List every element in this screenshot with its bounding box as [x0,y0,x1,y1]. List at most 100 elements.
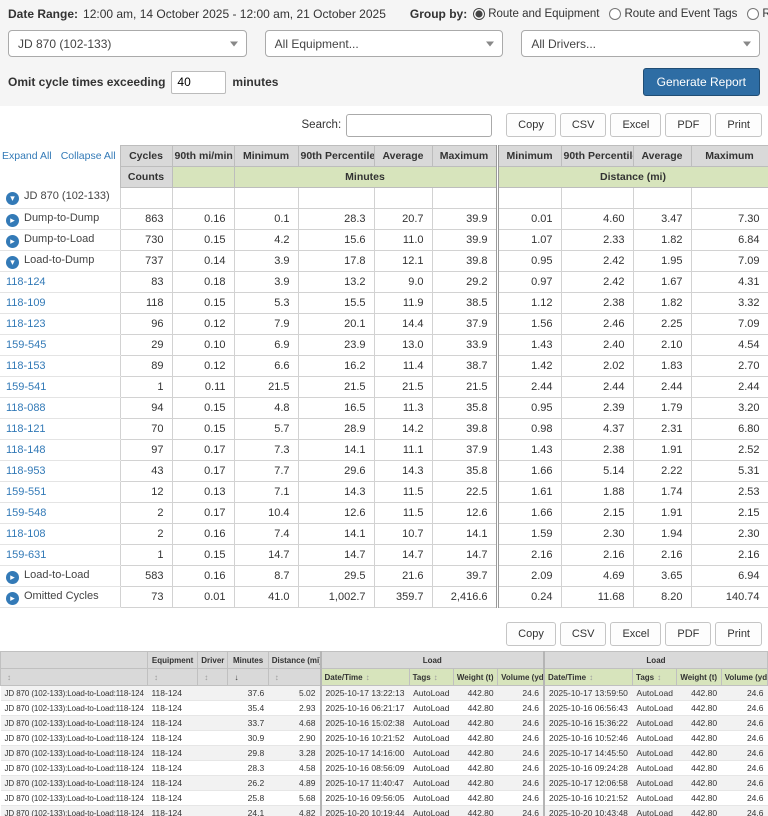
col-90th-percentile-minutes[interactable]: 90th Percentile [297,145,375,167]
route-event-tags-radio[interactable] [609,8,622,20]
excel-button[interactable]: Excel [610,622,662,646]
tree-label[interactable]: 118-123 [6,318,46,330]
summary-value-cell: 6.9 [233,334,299,356]
expand-all-link[interactable]: Expand All [2,150,52,162]
col-average-distance[interactable]: Average [632,145,692,167]
equipment-filter-select[interactable]: All Equipment... [264,30,504,57]
excel-button[interactable]: Excel [610,113,662,137]
load1-tags-cell: AutoLoad [409,790,454,806]
detail-row: JD 870 (102-133):Load-to-Load:118-124 118… [0,730,768,746]
collapse-chevron-icon[interactable]: ▾ [6,255,19,269]
load1-volume-cell: 24.6 [497,790,544,806]
equipment-cell: 118-124 [147,730,198,746]
minutes-sort-cell[interactable]: ↓ [227,668,269,686]
expand-chevron-icon[interactable]: ▸ [6,213,19,227]
route-drivers-radio[interactable] [747,8,760,20]
route-filter-select[interactable]: JD 870 (102-133) [8,30,247,57]
expand-chevron-icon[interactable]: ▸ [6,570,19,584]
route-equipment-radio[interactable] [473,8,486,20]
driver-sort-cell[interactable]: ↕ [197,668,229,686]
load2-weight-header[interactable]: Weight (t)↕ [676,668,722,686]
search-input[interactable] [346,113,493,137]
drivers-filter-select[interactable]: All Drivers... [521,30,761,57]
col-90th-percentile-distance[interactable]: 90th Percentile [560,145,634,167]
tree-label[interactable]: 159-548 [6,507,46,519]
load2-tags-header[interactable]: Tags ↕ [632,668,678,686]
summary-value-cell: 29.5 [297,565,375,587]
tree-label[interactable]: 118-953 [6,465,46,477]
subcol-label: Volume (yd³) [724,672,768,682]
expand-chevron-icon[interactable]: ▸ [6,591,19,605]
summary-value-cell [690,187,768,209]
summary-row: ▸ Dump-to-Dump 863 0.16 0.1 28.3 20.7 39.9 0.01 4… [0,208,768,230]
distance-cell: 4.82 [268,805,321,816]
col-distance[interactable]: Distance (mi) [267,651,322,669]
load1-tags-header[interactable]: Tags ↕ [408,668,454,686]
expand-chevron-icon[interactable]: ▸ [6,234,19,248]
print-button[interactable]: Print [715,622,762,646]
date-range-value[interactable]: 12:00 am, 14 October 2025 - 12:00 am, 21… [83,7,386,21]
driver-cell [197,685,228,701]
distance-sort-cell[interactable]: ↕ [267,668,322,686]
copy-button[interactable]: Copy [506,622,556,646]
summary-value-cell: 37.9 [431,439,498,461]
collapse-chevron-icon[interactable]: ▾ [6,192,19,206]
print-button[interactable]: Print [715,113,762,137]
tree-label[interactable]: 118-153 [6,360,46,372]
pdf-button[interactable]: PDF [665,622,712,646]
csv-button[interactable]: CSV [559,113,607,137]
tree-cell: ▸ Dump-to-Load [0,229,121,251]
col-driver[interactable]: Driver [197,651,229,669]
summary-value-cell: 1.61 [495,481,562,503]
col-minimum-minutes[interactable]: Minimum [233,145,299,167]
radio-route-equipment[interactable]: Route and Equipment [473,8,599,20]
tree-cell: 118-109 [0,292,121,314]
summary-value-cell: 0.17 [171,460,235,482]
load2-volume-header[interactable]: Volume (yd³)↕ [720,668,768,686]
tree-label[interactable]: 118-124 [6,276,46,288]
omit-minutes-input[interactable] [171,70,227,94]
distance-cell: 4.58 [268,760,321,776]
col-minutes[interactable]: Minutes [227,651,269,669]
tree-cell: 159-631 [0,544,121,566]
collapse-all-link[interactable]: Collapse All [61,150,116,162]
summary-value-cell: 11.5 [373,502,433,524]
tree-label[interactable]: 159-541 [6,381,46,393]
tree-label[interactable]: 118-088 [6,402,46,414]
tree-label[interactable]: 118-148 [6,444,46,456]
load2-datetime-header[interactable]: Date/Time ↕ [542,668,634,686]
col-90th-mi-min[interactable]: 90th mi/min [171,145,235,167]
route-sort-cell[interactable]: ↕ [0,668,148,686]
tree-label[interactable]: 118-121 [6,423,46,435]
pdf-button[interactable]: PDF [665,113,712,137]
col-equipment[interactable]: Equipment [146,651,199,669]
summary-value-cell: 11.0 [373,229,433,251]
col-average-minutes[interactable]: Average [373,145,433,167]
summary-value-cell: 21.5 [233,376,299,398]
tree-label[interactable]: 159-545 [6,339,46,351]
load1-datetime-header[interactable]: Date/Time ↕ [319,668,410,686]
col-maximum-distance[interactable]: Maximum [690,145,768,167]
col-cycles[interactable]: Cycles [119,145,173,167]
tree-label[interactable]: 118-109 [6,297,46,309]
col-minimum-distance[interactable]: Minimum [495,145,562,167]
radio-route-drivers[interactable]: Route and Drivers [747,8,768,20]
summary-row: ▾ Load-to-Dump 737 0.14 3.9 17.8 12.1 39.8 0.95 2… [0,250,768,272]
radio-route-event-tags[interactable]: Route and Event Tags [609,8,737,20]
summary-value-cell: 15.5 [297,292,375,314]
csv-button[interactable]: CSV [559,622,607,646]
col-route[interactable] [0,651,148,669]
col-maximum-minutes[interactable]: Maximum [431,145,498,167]
generate-report-button[interactable]: Generate Report [642,68,760,96]
load1-volume-header[interactable]: Volume (yd³)↕ [497,668,545,686]
route-cell: JD 870 (102-133):Load-to-Load:118-124 [0,790,148,806]
summary-value-cell: 2.25 [632,313,692,335]
summary-value-cell: 14.7 [233,544,299,566]
load1-weight-header[interactable]: Weight (t)↕ [452,668,499,686]
tree-label[interactable]: 159-551 [6,486,46,498]
equipment-sort-cell[interactable]: ↕ [146,668,199,686]
summary-value-cell: 2.31 [632,418,692,440]
copy-button[interactable]: Copy [506,113,556,137]
tree-label[interactable]: 118-108 [6,528,46,540]
tree-label[interactable]: 159-631 [6,549,46,561]
